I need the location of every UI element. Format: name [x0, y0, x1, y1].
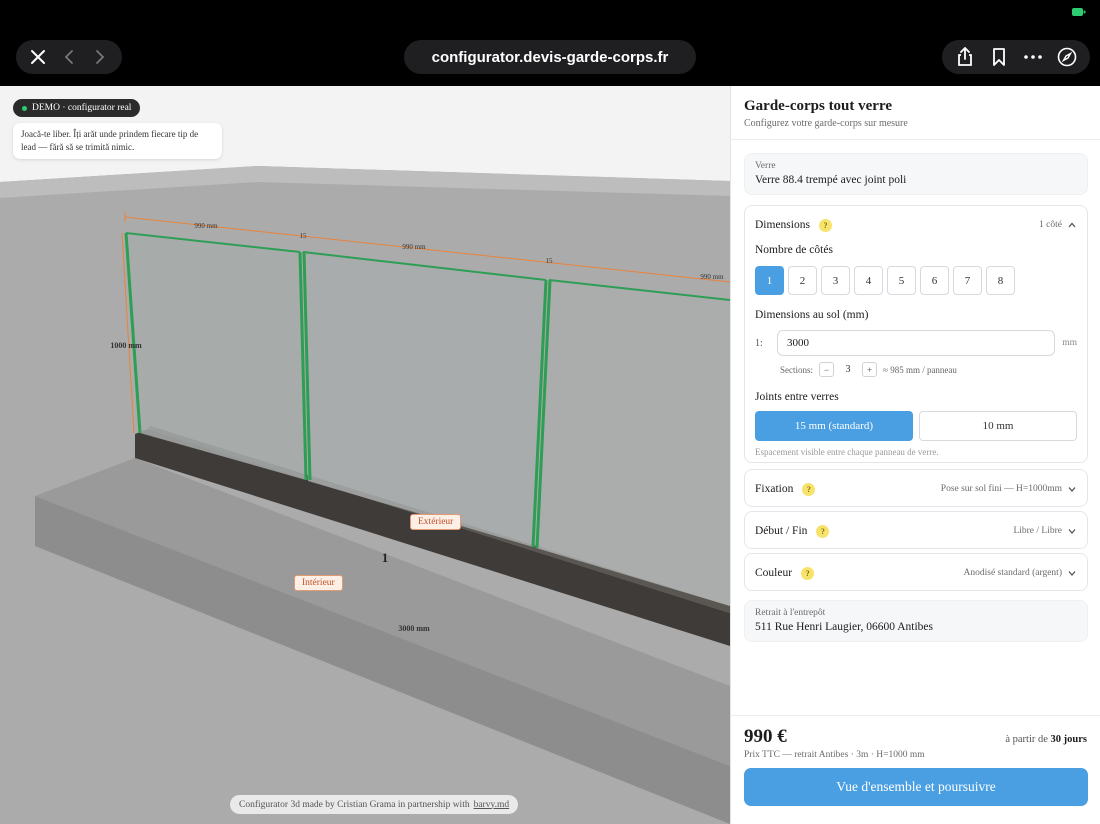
delivery-estimate: à partir de 30 jours: [1005, 734, 1087, 745]
help-icon[interactable]: ?: [818, 218, 832, 232]
side-length-row: 1: mm: [755, 330, 1077, 356]
config-panel: Garde-corps tout verre Configurez votre …: [730, 86, 1100, 824]
sections-hint: ≈ 985 mm / panneau: [883, 364, 957, 375]
railing-scene: 990 mm 15 990 mm 15 990 mm 1000 mm 1 300…: [0, 166, 730, 824]
url-text: configurator.devis-garde-corps.fr: [431, 48, 669, 66]
side-count-button[interactable]: 7: [953, 266, 982, 295]
credit-link[interactable]: barvy.md: [474, 800, 510, 810]
delivery-prefix: à partir de: [1005, 734, 1048, 745]
couleur-value: Anodisé standard (argent): [963, 568, 1063, 578]
sections-label: Sections:: [780, 364, 813, 375]
pickup-info-card: Retrait à l'entrepôt 511 Rue Henri Laugi…: [744, 600, 1088, 642]
pickup-address: 511 Rue Henri Laugier, 06600 Antibes: [755, 621, 933, 633]
sides-label: Nombre de côtés: [755, 244, 833, 256]
sections-increment-button[interactable]: +: [862, 362, 877, 377]
dimensions-title: Dimensions: [755, 219, 810, 231]
side-count-button[interactable]: 3: [821, 266, 850, 295]
panel-header: Garde-corps tout verre Configurez votre …: [731, 86, 1100, 140]
price-details: Prix TTC — retrait Antibes · 3m · H=1000…: [744, 750, 925, 760]
chevron-down-icon: [1068, 529, 1076, 534]
battery-icon: [1072, 8, 1086, 16]
sections-stepper: Sections: − 3 + ≈ 985 mm / panneau: [780, 362, 1077, 377]
help-icon[interactable]: ?: [801, 566, 815, 580]
side-count-button[interactable]: 6: [920, 266, 949, 295]
dim-label-width-3: 990 mm: [700, 273, 724, 281]
chevron-down-icon: [1068, 571, 1076, 576]
dim-label-width-1: 990 mm: [194, 222, 218, 230]
sections-value: 3: [845, 364, 851, 375]
glass-info-card: Verre Verre 88.4 trempé avec joint poli: [744, 153, 1088, 195]
credit-footer: Configurator 3d made by Cristian Grama i…: [230, 795, 519, 814]
debut-fin-section[interactable]: Début / Fin ? Libre / Libre: [744, 511, 1088, 549]
glass-value: Verre 88.4 trempé avec joint poli: [755, 174, 907, 186]
side-count-button[interactable]: 8: [986, 266, 1015, 295]
side-count-button[interactable]: 1: [755, 266, 784, 295]
joints-hint: Espacement visible entre chaque panneau …: [755, 447, 939, 457]
side-count-button[interactable]: 2: [788, 266, 817, 295]
fixation-section[interactable]: Fixation ? Pose sur sol fini — H=1000mm: [744, 469, 1088, 507]
more-icon[interactable]: [1021, 45, 1045, 69]
delivery-days: 30 jours: [1050, 734, 1087, 745]
close-icon[interactable]: [26, 45, 50, 69]
dim-label-gap-1: 15: [300, 232, 308, 240]
joint-alt-button[interactable]: 10 mm: [919, 411, 1077, 441]
glass-label: Verre: [755, 161, 776, 171]
joints-label: Joints entre verres: [755, 391, 839, 403]
floor-dimensions-label: Dimensions au sol (mm): [755, 309, 869, 321]
address-bar[interactable]: configurator.devis-garde-corps.fr: [404, 40, 696, 74]
continue-button[interactable]: Vue d'ensemble et poursuivre: [744, 768, 1088, 806]
price-footer: 990 € Prix TTC — retrait Antibes · 3m · …: [731, 715, 1100, 824]
demo-badge-text: DEMO · configurator real: [32, 103, 132, 113]
demo-badge: DEMO · configurator real: [13, 99, 141, 117]
side-number-label: 1: [382, 550, 389, 565]
exterior-tag: Extérieur: [410, 514, 462, 530]
help-icon[interactable]: ?: [802, 482, 816, 496]
side-count-button[interactable]: 4: [854, 266, 883, 295]
credit-text: Configurator 3d made by Cristian Grama i…: [239, 799, 470, 810]
couleur-section[interactable]: Couleur ? Anodisé standard (argent): [744, 553, 1088, 591]
chevron-up-icon: [1068, 222, 1076, 228]
chevron-down-icon: [1068, 487, 1076, 492]
dim-label-total: 3000 mm: [398, 624, 430, 633]
3d-viewport[interactable]: 990 mm 15 990 mm 15 990 mm 1000 mm 1 300…: [0, 86, 730, 824]
fixation-value: Pose sur sol fini — H=1000mm: [940, 484, 1062, 494]
joint-standard-button[interactable]: 15 mm (standard): [755, 411, 913, 441]
total-price: 990 €: [744, 726, 787, 747]
dim-label-gap-2: 15: [546, 257, 554, 265]
demo-note: Joacă-te liber. Îți arăt unde prindem fi…: [13, 123, 222, 159]
sides-selector: 1 2 3 4 5 6 7 8: [755, 266, 1077, 295]
dimensions-section: Dimensions ? 1 côté Nombre de côtés 1 2 …: [744, 205, 1088, 463]
dim-label-width-2: 990 mm: [402, 243, 426, 251]
side-index: 1:: [755, 337, 763, 349]
panel-title: Garde-corps tout verre: [744, 98, 893, 114]
bookmark-icon[interactable]: [987, 45, 1011, 69]
debut-fin-value: Libre / Libre: [1013, 526, 1062, 536]
joints-selector: 15 mm (standard) 10 mm: [755, 411, 1077, 441]
status-dot-icon: [22, 105, 27, 111]
side-count-button[interactable]: 5: [887, 266, 916, 295]
forward-icon[interactable]: [88, 45, 112, 69]
dimensions-summary: 1 côté: [1039, 220, 1062, 230]
couleur-title: Couleur: [755, 567, 793, 579]
panel-subtitle: Configurez votre garde-corps sur mesure: [744, 118, 908, 129]
browser-chrome: configurator.devis-garde-corps.fr: [0, 0, 1100, 86]
navigation-controls: [16, 40, 122, 74]
fixation-title: Fixation: [755, 483, 794, 495]
help-icon[interactable]: ?: [816, 524, 830, 538]
dimensions-header[interactable]: Dimensions ? 1 côté: [745, 206, 1087, 244]
debut-fin-title: Début / Fin: [755, 525, 808, 537]
back-icon[interactable]: [57, 45, 81, 69]
unit-label: mm: [1062, 338, 1077, 348]
browser-actions: [942, 40, 1090, 74]
sections-decrement-button[interactable]: −: [819, 362, 834, 377]
side-length-input[interactable]: [776, 330, 1056, 356]
interior-tag: Intérieur: [294, 575, 343, 591]
pickup-label: Retrait à l'entrepôt: [755, 608, 826, 618]
compass-icon[interactable]: [1055, 45, 1079, 69]
share-icon[interactable]: [953, 45, 977, 69]
dim-label-height: 1000 mm: [110, 341, 142, 350]
